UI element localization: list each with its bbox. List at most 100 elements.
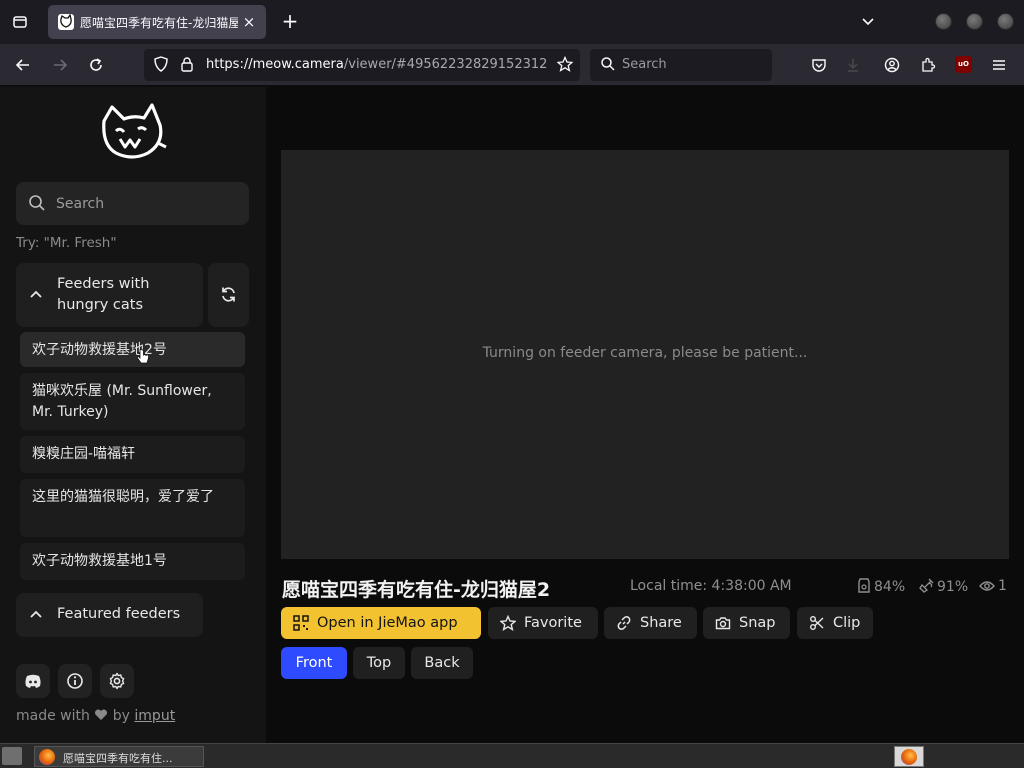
window-minimize-button[interactable] (935, 13, 952, 30)
discord-button[interactable] (16, 664, 50, 698)
by-text: by (112, 708, 130, 724)
share-label: Share (640, 615, 682, 631)
food-level-stat: 84% (857, 578, 905, 595)
section-hungry-label: Feeders with hungry cats (57, 276, 150, 313)
open-in-app-label: Open in JieMao app (317, 615, 458, 631)
loading-message: Turning on feeder camera, please be pati… (482, 345, 808, 361)
qr-code-icon (293, 615, 309, 631)
lock-icon[interactable] (178, 56, 196, 74)
snap-button[interactable]: Snap (703, 607, 790, 639)
window-close-button[interactable] (997, 13, 1014, 30)
back-arrow-icon[interactable] (10, 52, 36, 78)
refresh-icon (222, 287, 235, 302)
made-with-text: made with (16, 708, 90, 724)
tab-bar: 愿喵宝四季有吃有住-龙归猫屋2 × + (0, 0, 1024, 44)
feeder-item[interactable]: 猫咪欢乐屋 (Mr. Sunflower, Mr. Turkey) (20, 373, 245, 430)
heart-icon (95, 709, 108, 720)
view-back-button[interactable]: Back (411, 647, 473, 679)
camera-title: 愿喵宝四季有吃有住-龙归猫屋2 (282, 579, 551, 601)
search-icon (29, 195, 45, 211)
discord-icon (25, 674, 41, 688)
new-tab-button[interactable]: + (278, 10, 302, 34)
section-featured-label: Featured feeders (57, 606, 181, 622)
camera-video[interactable]: Turning on feeder camera, please be pati… (281, 150, 1009, 559)
extensions-icon[interactable] (915, 52, 941, 78)
favorite-button[interactable]: Favorite (488, 607, 598, 639)
section-hungry-cats[interactable]: Feeders with hungry cats (16, 263, 203, 327)
navigation-bar: https://meow.camera/viewer/#495622328291… (0, 44, 1024, 86)
open-in-app-button[interactable]: Open in JieMao app (281, 607, 481, 639)
search-hint: Try: "Mr. Fresh" (16, 235, 117, 251)
firefox-icon (901, 749, 917, 765)
forward-arrow-icon[interactable] (47, 52, 73, 78)
snap-label: Snap (739, 615, 776, 631)
pocket-icon[interactable] (806, 52, 832, 78)
satellite-icon (919, 578, 934, 593)
link-icon (617, 616, 631, 630)
feeder-search[interactable] (16, 182, 249, 225)
hand-cursor-icon (136, 349, 150, 369)
signal-value: 91% (937, 579, 969, 595)
tab-list-icon[interactable] (8, 10, 32, 34)
account-icon[interactable] (879, 52, 905, 78)
eye-icon (979, 581, 995, 591)
view-front-button[interactable]: Front (281, 647, 347, 679)
os-taskbar: 愿喵宝四季有吃有住... (0, 743, 1024, 768)
signal-stat: 91% (919, 578, 968, 595)
scissors-icon (810, 616, 824, 630)
firefox-icon (39, 749, 55, 765)
author-link[interactable]: imput (134, 708, 175, 724)
window-maximize-button[interactable] (966, 13, 983, 30)
reload-icon[interactable] (83, 52, 109, 78)
local-time: Local time: 4:38:00 AM (630, 578, 792, 594)
info-icon (67, 673, 83, 689)
camera-icon (715, 617, 731, 630)
food-level-value: 84% (874, 579, 906, 595)
file-manager-icon[interactable] (2, 747, 22, 765)
info-button[interactable] (58, 664, 92, 698)
food-bag-icon (858, 578, 870, 593)
url-bar[interactable]: https://meow.camera/viewer/#495622328291… (144, 49, 580, 81)
url-host: https://meow.camera (206, 57, 344, 72)
clip-button[interactable]: Clip (797, 607, 873, 639)
sidebar: Try: "Mr. Fresh" Feeders with hungry cat… (0, 87, 266, 743)
taskbar-firefox-task[interactable]: 愿喵宝四季有吃有住... (34, 746, 204, 767)
viewers-value: 1 (998, 578, 1007, 594)
star-icon (500, 615, 516, 631)
ublock-origin-icon[interactable]: uO (955, 56, 972, 73)
share-button[interactable]: Share (604, 607, 697, 639)
cat-favicon-icon (58, 14, 74, 30)
chevron-up-icon (30, 290, 42, 298)
meow-camera-page: Try: "Mr. Fresh" Feeders with hungry cat… (0, 87, 1024, 743)
bookmark-star-icon[interactable] (556, 55, 574, 74)
shield-icon[interactable] (152, 56, 170, 74)
taskbar-task-title: 愿喵宝四季有吃有住... (63, 752, 173, 765)
tray-firefox-button[interactable] (894, 746, 924, 767)
view-top-button[interactable]: Top (353, 647, 405, 679)
viewers-stat: 1 (979, 578, 1007, 594)
gear-icon (109, 672, 125, 690)
refresh-button[interactable] (208, 263, 249, 327)
search-icon (600, 56, 618, 74)
settings-button[interactable] (100, 664, 134, 698)
downloads-icon[interactable] (840, 52, 866, 78)
browser-search-bar[interactable]: Search (590, 49, 772, 81)
made-with-credit: made with by imput (16, 708, 175, 724)
browser-tab-active[interactable]: 愿喵宝四季有吃有住-龙归猫屋2 × (48, 5, 266, 39)
url-text[interactable]: https://meow.camera/viewer/#495622328291… (206, 57, 548, 74)
favorite-label: Favorite (524, 615, 582, 631)
chevron-up-icon (30, 610, 42, 618)
feeder-search-input[interactable] (56, 192, 236, 216)
cat-logo-icon[interactable] (98, 103, 168, 165)
feeder-item[interactable]: 欢子动物救援基地1号 (20, 543, 245, 580)
feeder-item[interactable]: 欢子动物救援基地2号 (20, 332, 245, 367)
browser-search-placeholder: Search (622, 57, 667, 72)
feeder-item[interactable]: 糗糗庄园-喵福轩 (20, 436, 245, 473)
url-path: /viewer/#4956223282915231259 (343, 57, 548, 72)
tab-close-icon[interactable]: × (240, 13, 258, 31)
menu-hamburger-icon[interactable] (986, 52, 1012, 78)
section-featured-feeders[interactable]: Featured feeders (16, 593, 203, 637)
feeder-item[interactable]: 这里的猫猫很聪明，爱了爱了 (20, 479, 245, 537)
chevron-down-icon[interactable] (856, 10, 880, 34)
tab-title: 愿喵宝四季有吃有住-龙归猫屋2 (80, 16, 238, 30)
